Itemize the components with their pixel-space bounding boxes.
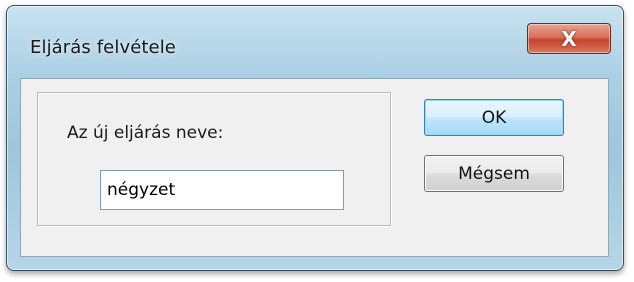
screen: Eljárás felvétele X Az új eljárás neve: …	[0, 0, 634, 282]
dialog-client-area: Az új eljárás neve: OK Mégsem	[20, 78, 609, 257]
procedure-name-input[interactable]	[100, 170, 344, 210]
cancel-button[interactable]: Mégsem	[424, 155, 564, 192]
close-button[interactable]: X	[527, 23, 611, 54]
close-icon: X	[561, 26, 577, 51]
dialog-window: Eljárás felvétele X Az új eljárás neve: …	[6, 5, 624, 271]
window-title: Eljárás felvétele	[30, 37, 176, 58]
name-groupbox: Az új eljárás neve:	[37, 92, 391, 226]
procedure-name-label: Az új eljárás neve:	[67, 123, 224, 143]
ok-button[interactable]: OK	[424, 99, 564, 136]
title-bar[interactable]: Eljárás felvétele X	[7, 6, 623, 78]
